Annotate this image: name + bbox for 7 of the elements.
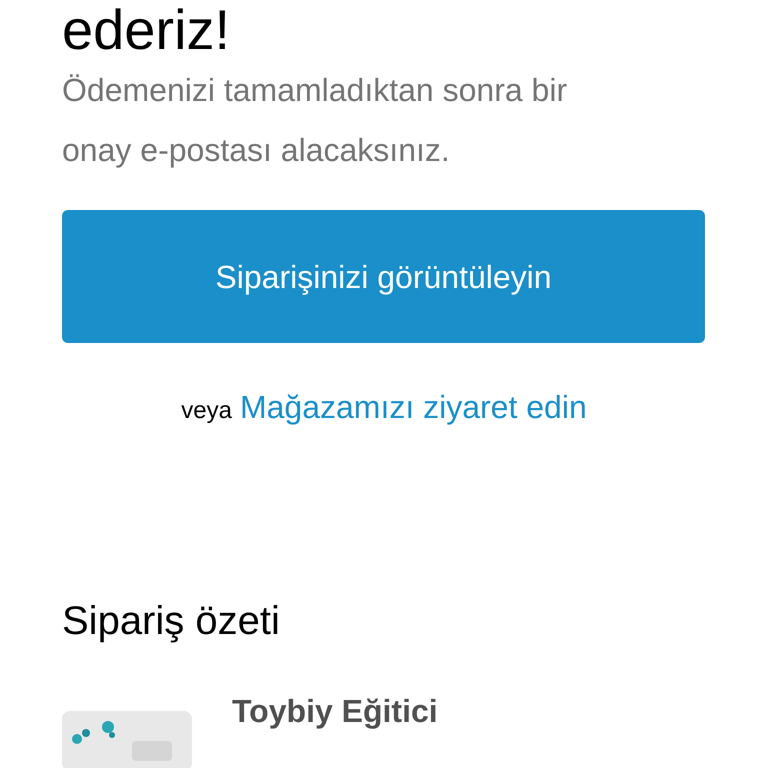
- section-heading: Sipariş özeti: [61, 598, 281, 645]
- confirmation-message: Ödemenizi tamamladıktan sonra bir onay e-postası alacaksınız.: [61, 71, 568, 170]
- page-title: ederiz!: [62, 0, 230, 60]
- product-name: Toybiy Eğitici: [232, 692, 438, 731]
- alternative-text: veya: [181, 396, 232, 426]
- view-order-button[interactable]: Siparişinizi görüntüleyin: [62, 210, 705, 343]
- visit-store-link[interactable]: Mağazamızı ziyaret edin: [240, 383, 587, 431]
